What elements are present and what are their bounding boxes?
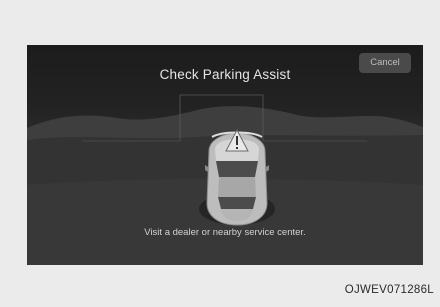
car-top-view-icon bbox=[199, 128, 275, 226]
service-message: Visit a dealer or nearby service center. bbox=[144, 227, 306, 238]
parking-assist-screen: Check Parking Assist Cancel Visit a deal… bbox=[27, 45, 423, 265]
cancel-button[interactable]: Cancel bbox=[359, 53, 411, 73]
image-reference-code: OJWEV071286L bbox=[344, 284, 434, 296]
